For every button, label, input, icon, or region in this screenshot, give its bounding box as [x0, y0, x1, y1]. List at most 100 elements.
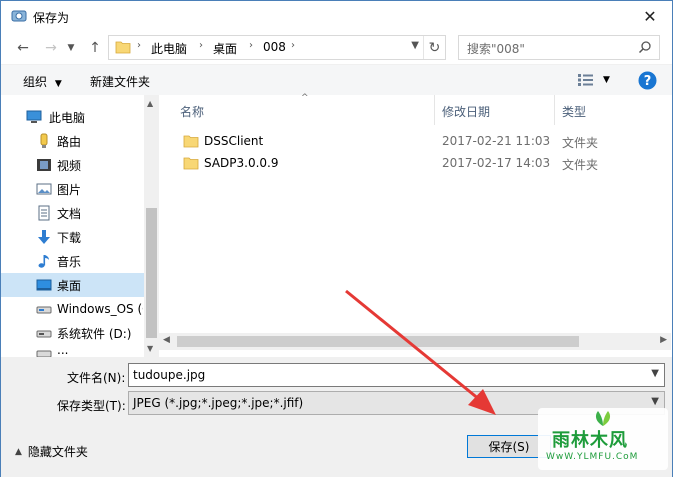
filename-label: 文件名(N):: [67, 371, 126, 385]
pictures-icon: [36, 183, 52, 195]
organize-button[interactable]: 组织 ▼: [23, 73, 62, 90]
watermark-logo: 雨林木风 WwW.YLMFU.CoM: [538, 408, 668, 470]
column-header-name[interactable]: 名称: [180, 103, 204, 120]
svg-text:?: ?: [644, 74, 652, 89]
breadcrumb-this-pc[interactable]: 此电脑: [151, 40, 187, 57]
nav-item-drive-c[interactable]: Windows_OS (C: [1, 297, 144, 321]
nav-item-label: 桌面: [57, 278, 82, 293]
file-pane-horizontal-scrollbar[interactable]: ◀ ▶: [159, 333, 671, 350]
documents-icon: [38, 205, 50, 221]
file-list-pane: ^ 名称 修改日期 类型 DSSClient 2017-02-21 11:03 …: [159, 93, 671, 357]
command-toolbar: 组织 ▼ 新建文件夹 ▼ ?: [1, 64, 672, 95]
search-box[interactable]: 搜索"008": [458, 35, 660, 60]
app-icon: [11, 10, 27, 22]
nav-pane-scrollbar[interactable]: ▲ ▼: [144, 95, 159, 357]
search-icon: [638, 41, 651, 54]
nav-item-videos[interactable]: 视频: [1, 153, 144, 177]
back-button[interactable]: ←: [13, 38, 33, 58]
watermark-url: WwW.YLMFU.CoM: [546, 452, 639, 462]
search-placeholder: 搜索"008": [467, 42, 525, 56]
leaf-icon: [595, 411, 611, 426]
save-as-dialog: 保存为 ✕ ← → ▼ ↑ › 此电脑 › 桌面 › 008 › ▼ ↻ 搜索"…: [0, 0, 673, 477]
column-divider[interactable]: [554, 95, 555, 125]
column-divider[interactable]: [434, 95, 435, 125]
download-icon: [38, 230, 50, 244]
column-header-date[interactable]: 修改日期: [442, 103, 490, 120]
folder-icon: [183, 135, 199, 148]
nav-item-this-pc[interactable]: 此电脑: [1, 105, 144, 129]
window-title: 保存为: [33, 11, 70, 25]
refresh-button[interactable]: ↻: [423, 36, 445, 59]
nav-item-label: 路由: [57, 134, 82, 149]
file-name: DSSClient: [204, 134, 264, 148]
chevron-right-icon: ›: [249, 40, 253, 51]
nav-item-label: 音乐: [57, 254, 82, 269]
scrollbar-thumb[interactable]: [177, 336, 579, 347]
scroll-left-icon[interactable]: ◀: [163, 335, 170, 345]
nav-item-label: ...: [57, 345, 69, 357]
file-date: 2017-02-17 14:03: [442, 156, 551, 170]
filename-value: tudoupe.jpg: [133, 368, 206, 382]
folder-icon: [183, 157, 199, 170]
scroll-right-icon[interactable]: ▶: [660, 335, 667, 345]
filetype-value: JPEG (*.jpg;*.jpeg;*.jpe;*.jfif): [133, 396, 304, 410]
column-header-type[interactable]: 类型: [562, 103, 586, 120]
chevron-up-icon: ▲: [15, 446, 22, 457]
up-button[interactable]: ↑: [85, 38, 105, 58]
nav-item-music[interactable]: 音乐: [1, 249, 144, 273]
nav-item-label: 文档: [57, 206, 82, 221]
chevron-down-icon[interactable]: ▼: [651, 396, 659, 407]
chevron-down-icon: ▼: [67, 43, 75, 53]
chevron-right-icon: ›: [291, 40, 295, 51]
music-icon: [38, 255, 49, 268]
scroll-down-icon[interactable]: ▼: [147, 344, 153, 353]
chevron-down-icon[interactable]: ▼: [651, 368, 659, 379]
forward-button[interactable]: →: [41, 38, 61, 58]
hide-folders-toggle[interactable]: ▲ 隐藏文件夹: [15, 443, 88, 460]
file-row[interactable]: DSSClient 2017-02-21 11:03 文件夹: [159, 131, 671, 153]
navigation-bar: ← → ▼ ↑ › 此电脑 › 桌面 › 008 › ▼ ↻ 搜索"008": [1, 32, 672, 64]
nav-item-pictures[interactable]: 图片: [1, 177, 144, 201]
nav-item-router[interactable]: 路由: [1, 129, 144, 153]
nav-item-label: Windows_OS (C: [57, 302, 143, 316]
video-icon: [37, 159, 51, 171]
scrollbar-thumb[interactable]: [146, 208, 157, 338]
recent-locations-button[interactable]: ▼: [61, 38, 81, 58]
nav-item-documents[interactable]: 文档: [1, 201, 144, 225]
new-folder-button[interactable]: 新建文件夹: [90, 73, 150, 90]
breadcrumb-desktop[interactable]: 桌面: [213, 40, 237, 57]
scroll-up-icon[interactable]: ▲: [147, 99, 153, 108]
chevron-right-icon: ›: [137, 40, 141, 51]
drive-icon: [36, 330, 52, 338]
nav-item-downloads[interactable]: 下载: [1, 225, 144, 249]
title-bar: 保存为 ✕: [1, 1, 672, 32]
breadcrumb-008[interactable]: 008: [263, 40, 286, 54]
chevron-down-icon: ▼: [54, 79, 62, 89]
nav-item-desktop[interactable]: 桌面: [1, 273, 144, 297]
view-options-icon[interactable]: [578, 74, 594, 86]
view-dropdown-icon[interactable]: ▼: [603, 75, 610, 85]
address-bar[interactable]: › 此电脑 › 桌面 › 008 › ▼ ↻: [108, 35, 446, 60]
address-dropdown-button[interactable]: ▼: [411, 40, 419, 51]
nav-item-label: 系统软件 (D:): [57, 326, 132, 341]
nav-item-drive-e[interactable]: ...: [1, 345, 144, 357]
nav-item-label: 视频: [57, 158, 82, 173]
file-type: 文件夹: [562, 136, 599, 150]
nav-item-label: 此电脑: [49, 110, 86, 125]
computer-icon: [26, 110, 42, 123]
file-row[interactable]: SADP3.0.0.9 2017-02-17 14:03 文件夹: [159, 153, 671, 175]
arrow-left-icon: ←: [17, 40, 29, 56]
close-icon: ✕: [643, 6, 657, 26]
filetype-label: 保存类型(T):: [57, 399, 126, 413]
desktop-icon: [36, 279, 52, 291]
file-name: SADP3.0.0.9: [204, 156, 279, 170]
organize-label: 组织: [23, 75, 48, 89]
chevron-right-icon: ›: [199, 40, 203, 51]
nav-item-drive-d[interactable]: 系统软件 (D:): [1, 321, 144, 345]
drive-icon: [36, 306, 52, 314]
file-date: 2017-02-21 11:03: [442, 134, 551, 148]
help-icon[interactable]: ?: [638, 71, 657, 90]
close-button[interactable]: ✕: [636, 5, 664, 27]
filename-input[interactable]: tudoupe.jpg ▼: [128, 363, 665, 387]
drive-icon: [36, 350, 52, 357]
